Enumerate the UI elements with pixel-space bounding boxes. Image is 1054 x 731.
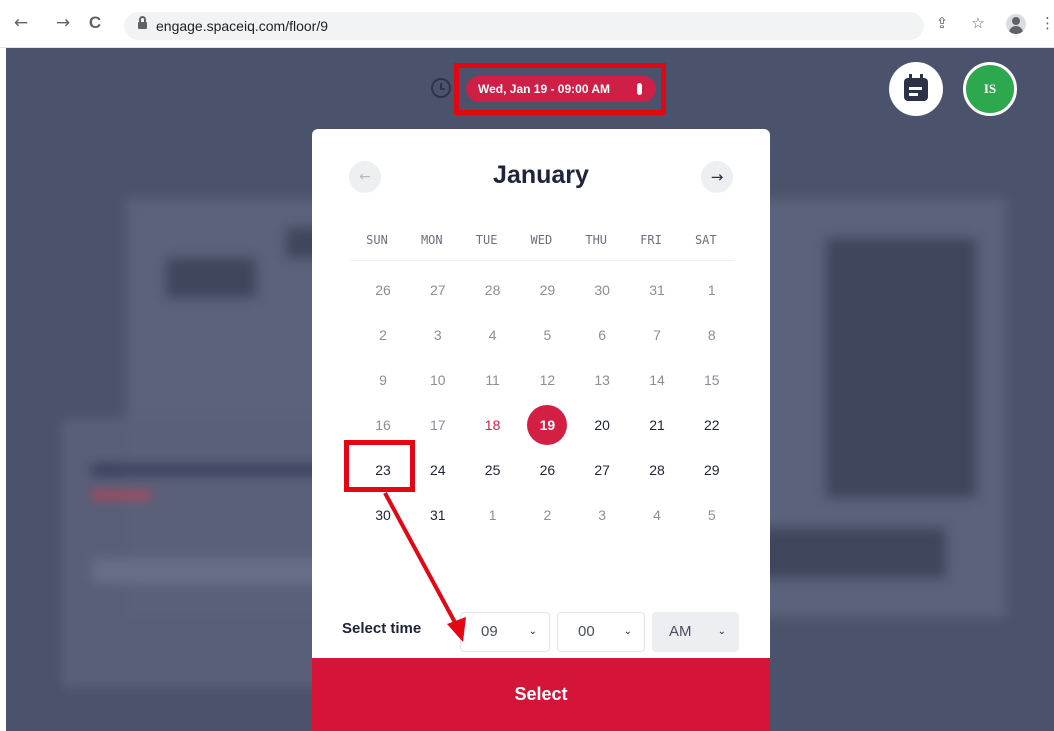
weekday-label: WED bbox=[530, 233, 553, 247]
ampm-select[interactable]: AM ⌄ bbox=[652, 612, 739, 652]
day-cell[interactable]: 30 bbox=[582, 270, 622, 310]
day-cell[interactable]: 1 bbox=[473, 495, 513, 535]
day-cell[interactable]: 7 bbox=[637, 315, 677, 355]
day-cell[interactable]: 11 bbox=[473, 360, 513, 400]
date-picker-popup: January ← → SUN MON TUE WED THU FRI SAT 26 27 28… bbox=[312, 129, 770, 731]
back-arrow-icon[interactable]: ← bbox=[10, 12, 32, 34]
app-area: Wed, Jan 19 - 09:00 AM IS January ← → SU… bbox=[6, 48, 1054, 731]
weekday-label: SUN bbox=[366, 233, 388, 247]
minute-select[interactable]: 00 ⌄ bbox=[557, 612, 645, 652]
select-button[interactable]: Select bbox=[312, 658, 770, 731]
day-cell[interactable]: 16 bbox=[363, 405, 403, 445]
day-cell[interactable]: 17 bbox=[418, 405, 458, 445]
day-cell[interactable]: 5 bbox=[692, 495, 732, 535]
weekday-label: FRI bbox=[640, 233, 662, 247]
share-icon[interactable]: ⇪ bbox=[932, 13, 952, 33]
next-month-icon[interactable]: → bbox=[701, 161, 733, 193]
day-cell[interactable]: 26 bbox=[527, 450, 567, 490]
day-cell[interactable]: 10 bbox=[418, 360, 458, 400]
day-cell[interactable]: 14 bbox=[637, 360, 677, 400]
day-cell[interactable]: 1 bbox=[692, 270, 732, 310]
browser-menu-icon[interactable]: ⋮ bbox=[1040, 13, 1054, 33]
url-text: engage.spaceiq.com/floor/9 bbox=[156, 18, 328, 34]
ampm-value: AM bbox=[669, 623, 692, 640]
day-cell[interactable]: 24 bbox=[418, 450, 458, 490]
forward-arrow-icon[interactable]: → bbox=[52, 12, 74, 34]
day-cell[interactable]: 21 bbox=[637, 405, 677, 445]
weekday-header: SUN MON TUE WED THU FRI SAT bbox=[350, 231, 734, 261]
day-cell[interactable]: 30 bbox=[363, 495, 403, 535]
chevron-down-icon: ⌄ bbox=[623, 626, 632, 637]
weekday-label: THU bbox=[585, 233, 608, 247]
day-cell[interactable]: 28 bbox=[637, 450, 677, 490]
weekday-label: MON bbox=[420, 233, 443, 247]
chevron-down-icon: ⌄ bbox=[528, 626, 537, 637]
day-cell[interactable]: 2 bbox=[527, 495, 567, 535]
day-cell[interactable]: 25 bbox=[473, 450, 513, 490]
hour-value: 09 bbox=[481, 623, 498, 640]
day-cell[interactable]: 26 bbox=[363, 270, 403, 310]
day-cell[interactable]: 3 bbox=[582, 495, 622, 535]
day-cell[interactable]: 2 bbox=[363, 315, 403, 355]
reload-icon[interactable]: C bbox=[84, 12, 106, 34]
day-cell[interactable]: 8 bbox=[692, 315, 732, 355]
day-cell[interactable]: 9 bbox=[363, 360, 403, 400]
day-cell[interactable]: 31 bbox=[418, 495, 458, 535]
bookings-calendar-button[interactable] bbox=[889, 62, 943, 116]
day-cell[interactable]: 29 bbox=[692, 450, 732, 490]
day-cell[interactable]: 13 bbox=[582, 360, 622, 400]
calendar-icon bbox=[904, 74, 928, 101]
day-cell[interactable]: 3 bbox=[418, 315, 458, 355]
day-cell-selected[interactable]: 19 bbox=[527, 405, 568, 445]
day-cell[interactable]: 15 bbox=[692, 360, 732, 400]
bookmark-star-icon[interactable]: ☆ bbox=[968, 13, 988, 33]
day-cell[interactable]: 12 bbox=[527, 360, 567, 400]
day-cell[interactable]: 6 bbox=[582, 315, 622, 355]
browser-toolbar: ← → C engage.spaceiq.com/floor/9 ⇪ ☆ ⋮ bbox=[0, 0, 1054, 48]
day-cell[interactable]: 4 bbox=[473, 315, 513, 355]
day-cell[interactable]: 5 bbox=[527, 315, 567, 355]
prev-month-icon[interactable]: ← bbox=[349, 161, 381, 193]
weekday-label: TUE bbox=[475, 233, 498, 247]
day-cell[interactable]: 28 bbox=[473, 270, 513, 310]
day-cell[interactable]: 31 bbox=[637, 270, 677, 310]
chevron-down-icon: ⌄ bbox=[717, 626, 726, 637]
day-cell[interactable]: 27 bbox=[418, 270, 458, 310]
profile-icon[interactable] bbox=[1006, 14, 1026, 34]
day-cell[interactable]: 4 bbox=[637, 495, 677, 535]
day-cell[interactable]: 22 bbox=[692, 405, 732, 445]
highlight-date-time-box bbox=[454, 63, 666, 115]
day-cell[interactable]: 29 bbox=[527, 270, 567, 310]
hour-select[interactable]: 09 ⌄ bbox=[460, 612, 550, 652]
day-cell[interactable]: 18 bbox=[473, 405, 513, 445]
day-cell[interactable]: 27 bbox=[582, 450, 622, 490]
lock-icon bbox=[138, 16, 147, 29]
select-time-label: Select time bbox=[342, 620, 422, 637]
user-avatar[interactable]: IS bbox=[963, 62, 1017, 116]
clock-icon bbox=[431, 78, 451, 98]
highlight-day-box bbox=[344, 440, 415, 492]
day-cell[interactable]: 20 bbox=[582, 405, 622, 445]
weekday-label: SAT bbox=[694, 233, 717, 247]
address-bar[interactable]: engage.spaceiq.com/floor/9 bbox=[124, 12, 924, 40]
minute-value: 00 bbox=[578, 623, 595, 640]
